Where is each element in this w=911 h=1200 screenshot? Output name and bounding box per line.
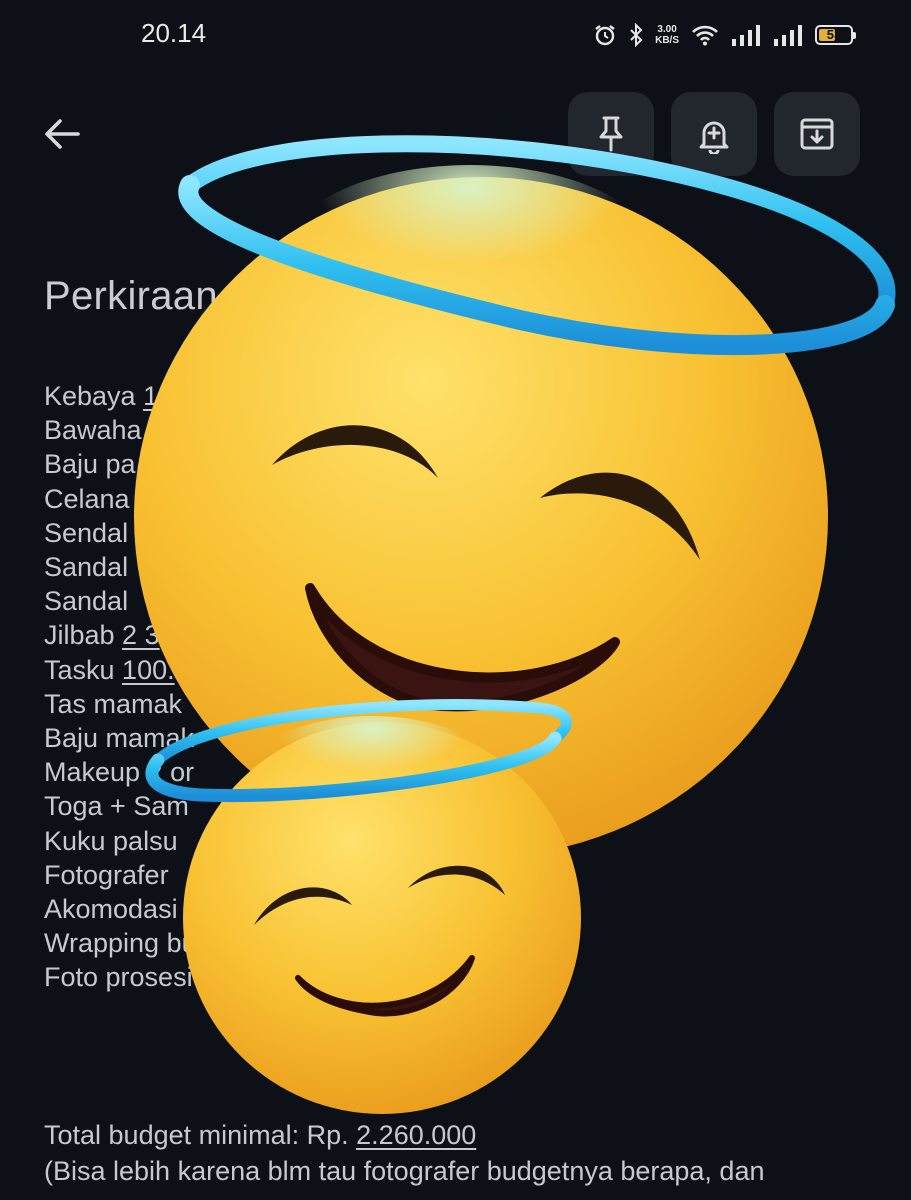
note-line-text: Sandal: [44, 552, 129, 583]
note-line: Kuku palsu: [44, 824, 230, 858]
note-line-text: Toga + Sam: [44, 791, 189, 822]
total-budget[interactable]: Total budget minimal: Rp. 2.260.000: [44, 1118, 476, 1152]
pin-button[interactable]: [568, 92, 654, 176]
status-clock: 20.14: [141, 18, 207, 48]
large-emoji-face: [134, 177, 828, 857]
note-line-text: Makeup 2 or: [44, 757, 195, 788]
note-line-amount: 100.: [122, 654, 175, 685]
note-line-text: Kuku palsu: [44, 825, 178, 856]
alarm-icon: [593, 23, 617, 47]
status-icons: 3.00 KB/S 53: [593, 18, 856, 52]
note-line-amount: 20: [200, 962, 231, 993]
note-line: Fotografer: [44, 858, 230, 892]
archive-icon: [800, 118, 834, 150]
note-line-text: Fotografer: [44, 859, 169, 890]
note-line: Wrapping bu: [44, 926, 230, 960]
battery-level: 53: [826, 27, 842, 42]
note-line: Sandal: [44, 584, 230, 618]
net-speed-unit: KB/S: [655, 35, 679, 46]
note-line-text: Foto prosesi: [44, 962, 201, 993]
note-remark[interactable]: (Bisa lebih karena blm tau fotografer bu…: [44, 1154, 764, 1188]
note-line-amount: 2 3: [122, 620, 160, 651]
note-line-text: Jilbab: [44, 620, 123, 651]
note-line-text: Sandal: [44, 586, 129, 617]
note-line: Bawaha: [44, 413, 230, 447]
note-line-text: Bawaha: [44, 415, 142, 446]
note-line: Baju mamak: [44, 721, 230, 755]
note-line: Jilbab 2 3: [44, 618, 230, 652]
note-line: Kebaya 1: [44, 379, 230, 413]
note-body[interactable]: Kebaya 1 Bawaha Baju pa Celana Sendal Sandal S…: [44, 379, 230, 995]
total-budget-label: Total budget minimal: Rp.: [44, 1120, 357, 1150]
note-line-text: Baju pa: [44, 449, 136, 480]
note-line: Sendal: [44, 516, 230, 550]
archive-button[interactable]: [774, 92, 860, 176]
note-line: Sandal: [44, 550, 230, 584]
note-line-text: Akomodasi: [44, 894, 178, 925]
reminder-button[interactable]: [671, 92, 757, 176]
note-line: Tas mamak: [44, 687, 230, 721]
note-line-text: Tas mamak: [44, 688, 183, 719]
net-speed: 3.00 KB/S: [655, 24, 679, 46]
note-line-text: Baju mamak: [44, 723, 195, 754]
small-emoji-face: [183, 722, 581, 1114]
total-budget-value: 2.260.000: [356, 1120, 477, 1150]
back-button[interactable]: [38, 110, 86, 158]
note-line: Tasku 100.: [44, 653, 230, 687]
note-title[interactable]: Perkiraan: [44, 274, 218, 319]
small-emoji-left-eye: [254, 887, 352, 925]
note-line: Celana: [44, 482, 230, 516]
note-line-text: Wrapping bu: [44, 928, 197, 959]
note-line-text: Sendal: [44, 517, 129, 548]
note-line-text: Celana: [44, 483, 130, 514]
signal-icon-1: [731, 24, 761, 46]
status-bar: 20.14 3.00 KB/S 53: [0, 0, 911, 70]
arrow-left-icon: [45, 119, 80, 149]
note-line-amount: 1: [143, 381, 159, 411]
note-line: Makeup 2 or: [44, 755, 230, 789]
note-line: Akomodasi: [44, 892, 230, 926]
large-emoji-smile: [305, 583, 620, 712]
wifi-icon: [691, 24, 719, 46]
note-line-text: Tasku: [44, 654, 123, 685]
small-emoji-right-eye: [408, 865, 505, 895]
small-emoji-smile: [295, 955, 475, 1017]
large-emoji-left-eye: [272, 425, 438, 478]
note-line-text: Kebaya: [44, 381, 144, 411]
note-line: Baju pa: [44, 447, 230, 481]
battery-icon: 53: [815, 25, 856, 45]
note-cutoff-line: [44, 1188, 884, 1200]
large-emoji-right-eye: [540, 472, 700, 560]
net-speed-value: 3.00: [657, 24, 677, 35]
bell-plus-icon: [699, 121, 729, 154]
pin-icon: [599, 116, 623, 152]
large-emoji: [134, 135, 896, 857]
large-halo-front: [178, 175, 895, 356]
signal-icon-2: [773, 24, 803, 46]
note-line: Toga + Sam: [44, 789, 230, 823]
bluetooth-icon: [629, 23, 643, 47]
note-line: Foto prosesi 20: [44, 960, 230, 994]
